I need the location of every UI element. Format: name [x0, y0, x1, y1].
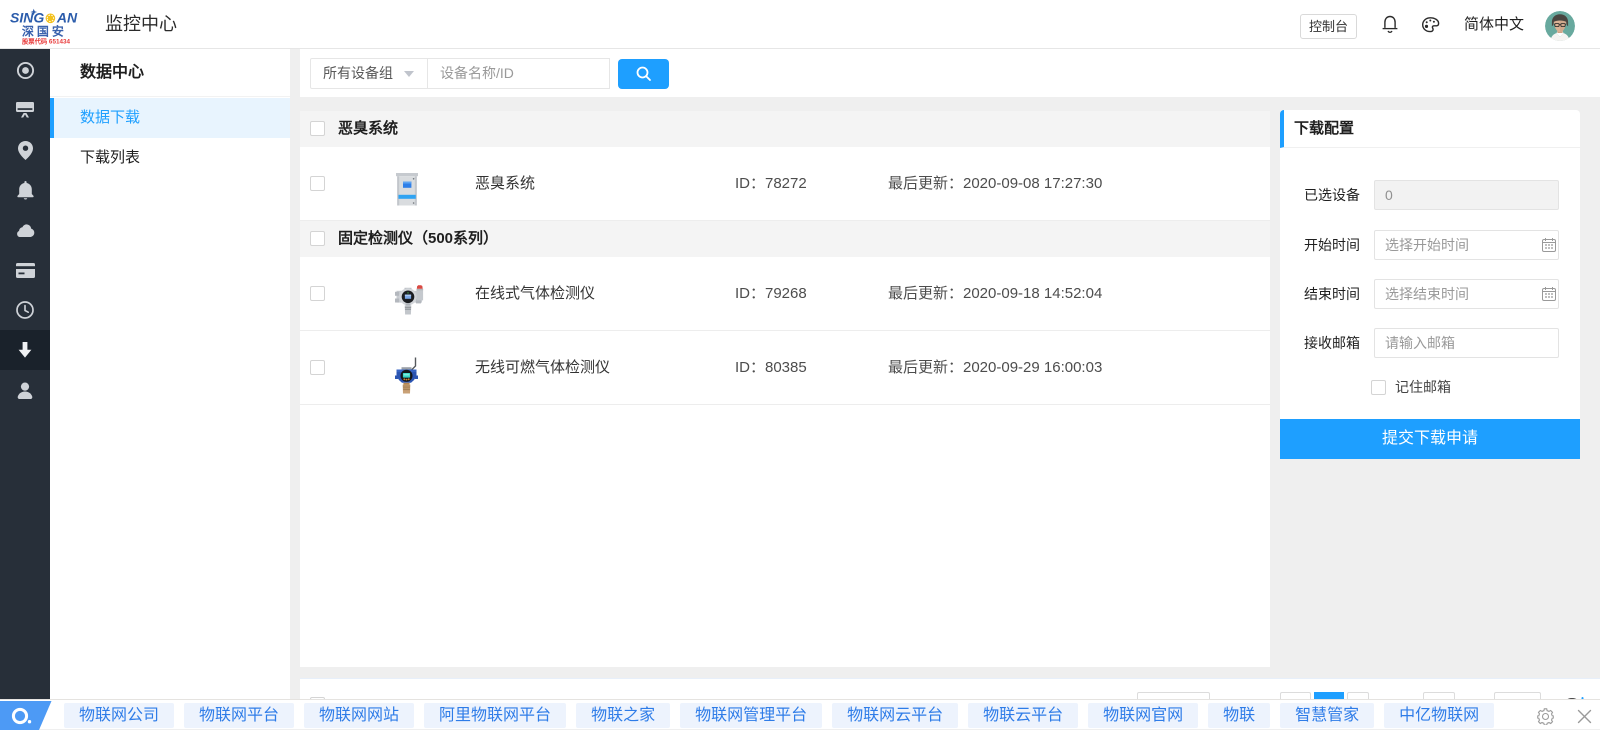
svg-text:SING: SING — [10, 10, 44, 26]
svg-text:AN: AN — [56, 10, 78, 26]
svg-text:深国安: 深国安 — [22, 24, 67, 39]
svg-text:股票代码 651434: 股票代码 651434 — [22, 37, 70, 46]
